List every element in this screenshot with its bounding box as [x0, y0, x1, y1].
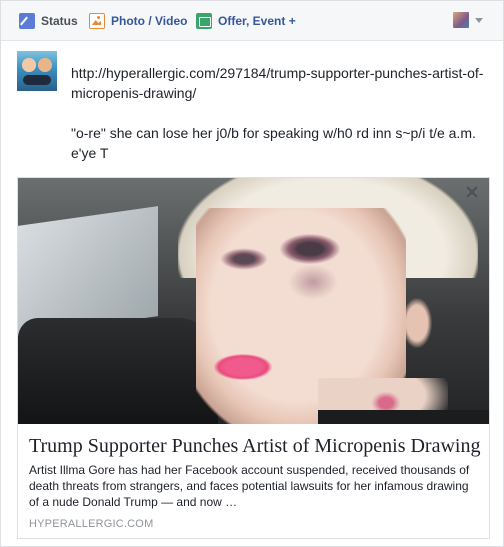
car-seat — [18, 318, 218, 424]
dark-shirt — [318, 410, 489, 424]
profile-avatar[interactable] — [17, 51, 57, 91]
link-preview-image[interactable] — [18, 178, 489, 424]
tab-photo-video[interactable]: Photo / Video — [89, 11, 187, 31]
tab-offer-event[interactable]: Offer, Event + — [196, 11, 296, 31]
tab-status[interactable]: Status — [19, 11, 78, 31]
left-eye — [220, 248, 268, 270]
post-composer: Status Photo / Video Offer, Event + http… — [0, 0, 504, 547]
link-preview-domain: HYPERALLERGIC.COM — [29, 518, 154, 530]
tab-offer-event-label: Offer, Event + — [218, 14, 296, 28]
ear — [402, 298, 432, 348]
pencil-icon — [19, 13, 35, 29]
car-window — [18, 206, 158, 336]
account-avatar[interactable] — [453, 12, 469, 28]
close-icon[interactable] — [465, 185, 479, 199]
cheek-bruise — [288, 264, 338, 300]
photo-icon — [89, 13, 105, 29]
link-preview-card[interactable]: Trump Supporter Punches Artist of Microp… — [17, 177, 490, 539]
link-preview-title[interactable]: Trump Supporter Punches Artist of Microp… — [29, 434, 484, 458]
chevron-down-icon[interactable] — [475, 18, 483, 23]
link-preview-description: Artist Illma Gore has had her Facebook a… — [29, 463, 470, 509]
tab-photo-video-label: Photo / Video — [111, 14, 188, 28]
post-text-input[interactable]: http://hyperallergic.com/297184/trump-su… — [71, 63, 491, 163]
pink-lips — [214, 354, 272, 380]
offer-icon — [196, 13, 212, 29]
composer-tabs: Status Photo / Video Offer, Event + — [1, 1, 503, 41]
tab-status-label: Status — [41, 14, 78, 28]
bruised-right-eye — [280, 234, 340, 264]
